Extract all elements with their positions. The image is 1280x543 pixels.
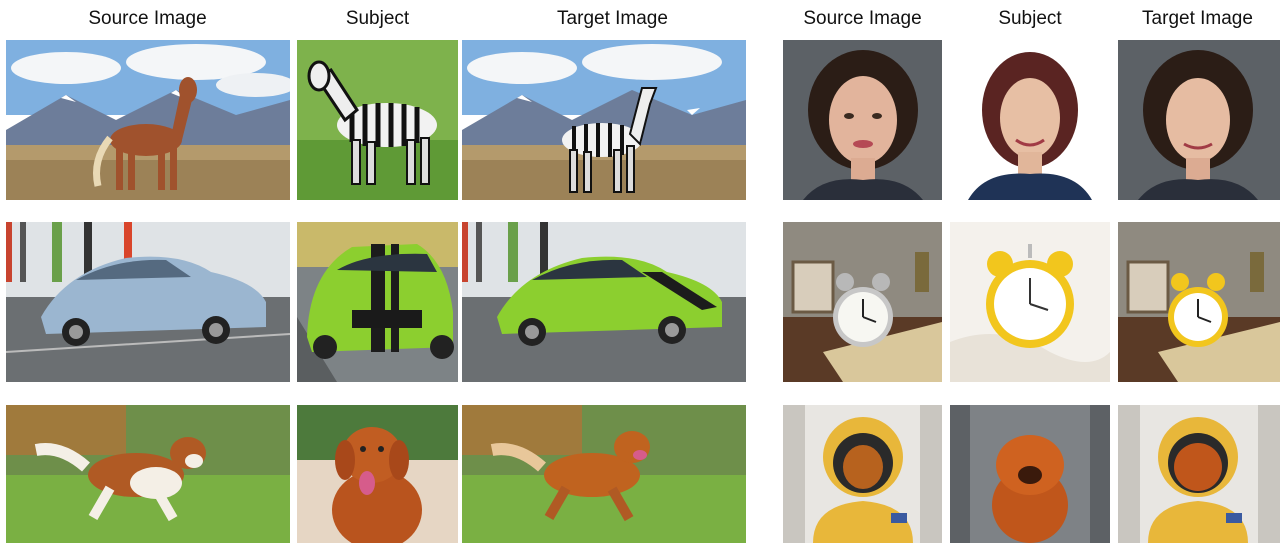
image-source-astronaut-dog [783,405,942,543]
header-target-left: Target Image [557,8,668,29]
image-target-zebra-landscape [462,40,746,200]
image-target-golden-running-dog [462,405,746,543]
image-subject-chow-chow [950,405,1110,543]
image-source-silver-clock [783,222,942,382]
image-target-green-car [462,222,746,382]
header-target-right: Target Image [1142,8,1253,29]
image-source-blue-car [6,222,290,382]
header-subject-right: Subject [998,8,1062,29]
image-subject-zebra [297,40,458,200]
image-subject-yellow-clock [950,222,1110,382]
image-subject-green-mustang [297,222,458,382]
image-subject-portrait [950,40,1110,200]
image-target-astronaut-chow-chow [1118,405,1280,543]
image-target-portrait [1118,40,1280,200]
image-source-running-dog [6,405,290,543]
image-source-horse [6,40,290,200]
image-subject-golden-dog [297,405,458,543]
header-source-right: Source Image [803,8,922,29]
header-subject-left: Subject [345,8,410,29]
image-target-yellow-clock [1118,222,1280,382]
header-source-left: Source Image [88,8,207,29]
image-source-portrait [783,40,942,200]
